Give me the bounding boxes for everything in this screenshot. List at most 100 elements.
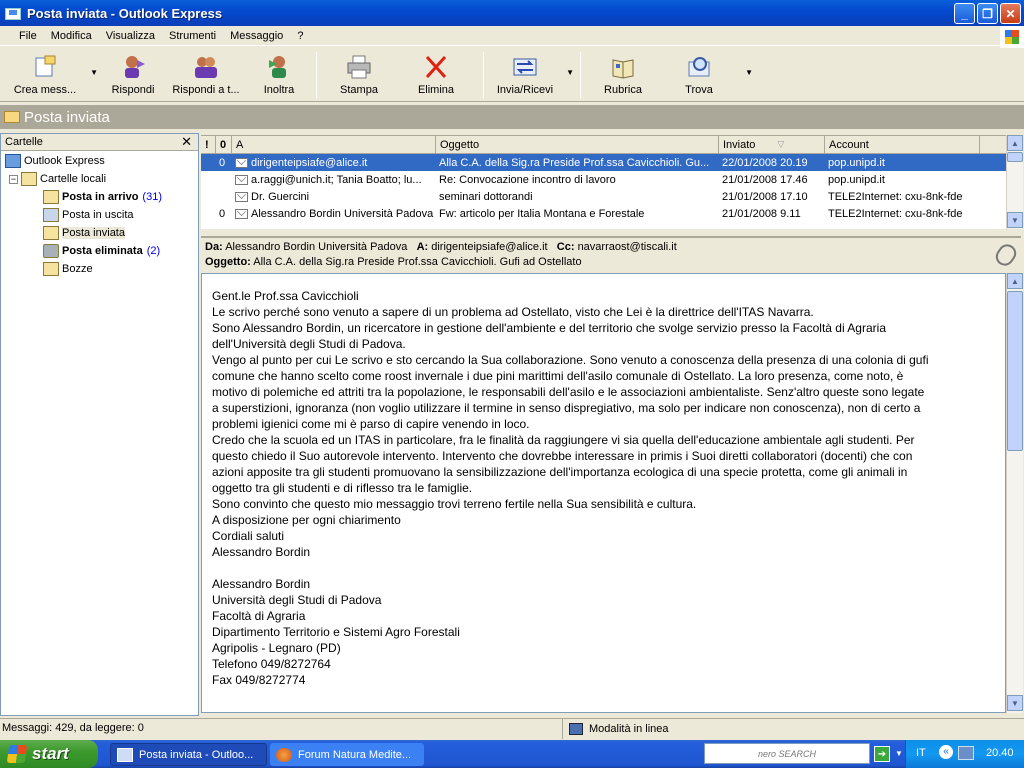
- scroll-thumb[interactable]: [1007, 152, 1023, 162]
- search-go-button[interactable]: ➔: [874, 746, 890, 762]
- close-button[interactable]: ✕: [1000, 3, 1021, 24]
- tray-expand-icon[interactable]: «: [939, 745, 953, 759]
- folder-outbox[interactable]: Posta in uscita: [43, 206, 134, 224]
- trash-icon: [43, 244, 59, 258]
- message-row[interactable]: 0 dirigenteipsiafe@alice.it Alla C.A. de…: [201, 154, 1007, 171]
- menu-modifica[interactable]: Modifica: [44, 30, 99, 42]
- find-dropdown-icon[interactable]: ▼: [745, 68, 753, 77]
- delete-button[interactable]: Elimina: [395, 48, 477, 100]
- toolbar-separator: [483, 52, 484, 98]
- scroll-thumb[interactable]: [1007, 291, 1023, 451]
- language-indicator[interactable]: IT: [916, 747, 926, 759]
- to-value: dirigenteipsiafe@alice.it: [431, 241, 548, 253]
- scroll-up-icon[interactable]: ▲: [1007, 135, 1023, 151]
- address-book-icon: [609, 54, 637, 80]
- forward-label: Inoltra: [263, 84, 295, 96]
- address-book-label: Rubrica: [604, 84, 642, 96]
- online-monitor-icon: [569, 723, 583, 735]
- menu-bar: File Modifica Visualizza Strumenti Messa…: [0, 26, 1024, 46]
- windows-logo-icon: [1000, 26, 1024, 48]
- message-row[interactable]: a.raggi@unich.it; Tania Boatto; lu... Re…: [201, 171, 1007, 188]
- close-folders-pane-button[interactable]: ✕: [181, 134, 192, 150]
- scroll-down-icon[interactable]: ▼: [1007, 212, 1023, 228]
- menu-visualizza[interactable]: Visualizza: [99, 30, 162, 42]
- window-title: Posta inviata - Outlook Express: [27, 5, 223, 21]
- network-icon[interactable]: [958, 746, 974, 760]
- folder-title-bar: Posta inviata: [0, 105, 1024, 129]
- message-row[interactable]: Dr. Guercini seminari dottorandi 21/01/2…: [201, 188, 1007, 205]
- folder-drafts[interactable]: Bozze: [43, 260, 93, 278]
- cc-value: navarraost@tiscali.it: [577, 241, 677, 253]
- sent-folder-icon: [4, 111, 20, 123]
- sort-descending-icon: ▽: [777, 139, 785, 149]
- column-attachment[interactable]: 0: [216, 136, 232, 153]
- outlook-express-icon: [5, 6, 21, 20]
- to-label: A:: [416, 241, 429, 253]
- new-message-icon: [31, 54, 59, 80]
- menu-help[interactable]: ?: [290, 30, 310, 42]
- minimize-button[interactable]: _: [954, 3, 975, 24]
- new-message-label: Crea mess...: [13, 84, 77, 96]
- nero-search-box[interactable]: nero SEARCH: [704, 743, 870, 764]
- drafts-folder-icon: [43, 262, 59, 276]
- scroll-up-icon[interactable]: ▲: [1007, 273, 1023, 289]
- message-body-scrollbar[interactable]: ▲ ▼: [1006, 273, 1023, 713]
- reply-label: Rispondi: [111, 84, 155, 96]
- send-receive-label: Invia/Ricevi: [496, 84, 554, 96]
- clock: 20.40: [986, 747, 1014, 759]
- reply-button[interactable]: Rispondi: [102, 48, 164, 100]
- print-button[interactable]: Stampa: [323, 48, 395, 100]
- taskbar-item-firefox[interactable]: Forum Natura Medite...: [270, 743, 424, 766]
- folder-deleted-items[interactable]: Posta eliminata (2): [43, 242, 160, 260]
- new-message-dropdown-icon[interactable]: ▼: [90, 68, 98, 77]
- message-body-text: Gent.le Prof.ssa Cavicchioli Le scrivo p…: [212, 289, 929, 687]
- reply-all-button[interactable]: Rispondi a t...: [164, 48, 248, 100]
- menu-messaggio[interactable]: Messaggio: [223, 30, 290, 42]
- deleted-count: (2): [146, 245, 161, 257]
- search-dropdown-icon[interactable]: ▼: [895, 749, 903, 758]
- folder-inbox[interactable]: Posta in arrivo (31): [43, 188, 162, 206]
- sent-folder-icon: [43, 226, 59, 240]
- folders-pane: Cartelle ✕ Outlook Express − Cartelle lo…: [0, 133, 199, 716]
- start-button[interactable]: start: [0, 740, 98, 768]
- folders-pane-title: Cartelle: [5, 136, 43, 148]
- scroll-down-icon[interactable]: ▼: [1007, 695, 1023, 711]
- send-receive-button[interactable]: Invia/Ricevi ▼: [490, 48, 574, 100]
- find-button[interactable]: Trova ▼: [659, 48, 753, 100]
- message-row[interactable]: 0 Alessandro Bordin Università Padova Fw…: [201, 205, 1007, 222]
- folder-local-folders[interactable]: − Cartelle locali: [9, 170, 106, 188]
- column-priority[interactable]: !: [201, 136, 216, 153]
- delete-label: Elimina: [417, 84, 455, 96]
- address-book-button[interactable]: Rubrica: [587, 48, 659, 100]
- envelope-icon: [235, 174, 248, 185]
- menu-strumenti[interactable]: Strumenti: [162, 30, 223, 42]
- cc-label: Cc:: [556, 241, 575, 253]
- new-message-button[interactable]: Crea mess... ▼: [6, 48, 98, 100]
- restore-button[interactable]: ❐: [977, 3, 998, 24]
- find-label: Trova: [685, 84, 713, 96]
- local-folders-icon: [21, 172, 37, 186]
- reply-icon: [119, 54, 147, 80]
- nero-search-logo: nero SEARCH: [757, 748, 817, 759]
- collapse-icon[interactable]: −: [9, 174, 18, 184]
- column-account[interactable]: Account: [825, 136, 980, 153]
- subject-label: Oggetto:: [205, 256, 251, 268]
- column-sent[interactable]: Inviato ▽: [719, 136, 825, 153]
- folder-sent-items[interactable]: Posta inviata: [43, 224, 125, 242]
- message-list-scrollbar[interactable]: ▲ ▼: [1006, 135, 1023, 229]
- folder-outlook-express[interactable]: Outlook Express: [5, 152, 105, 170]
- title-bar[interactable]: Posta inviata - Outlook Express _ ❐ ✕: [0, 0, 1024, 26]
- forward-button[interactable]: Inoltra: [248, 48, 310, 100]
- message-body[interactable]: Gent.le Prof.ssa Cavicchioli Le scrivo p…: [201, 273, 1006, 713]
- taskbar-item-outlook[interactable]: Posta inviata - Outloo...: [110, 743, 267, 766]
- column-subject[interactable]: Oggetto: [436, 136, 719, 153]
- toolbar: Crea mess... ▼ Rispondi Rispondi a t... …: [0, 48, 1024, 102]
- attachment-icon: 0: [219, 156, 226, 169]
- connection-mode-status: Modalità in linea: [589, 723, 669, 735]
- menu-file[interactable]: File: [12, 30, 44, 42]
- message-list-header: ! 0 A Oggetto Inviato ▽ Account: [201, 136, 1007, 154]
- send-receive-dropdown-icon[interactable]: ▼: [566, 68, 574, 77]
- column-to[interactable]: A: [232, 136, 436, 153]
- outbox-folder-icon: [43, 208, 59, 222]
- message-count-status: Messaggi: 429, da leggere: 0: [2, 722, 144, 734]
